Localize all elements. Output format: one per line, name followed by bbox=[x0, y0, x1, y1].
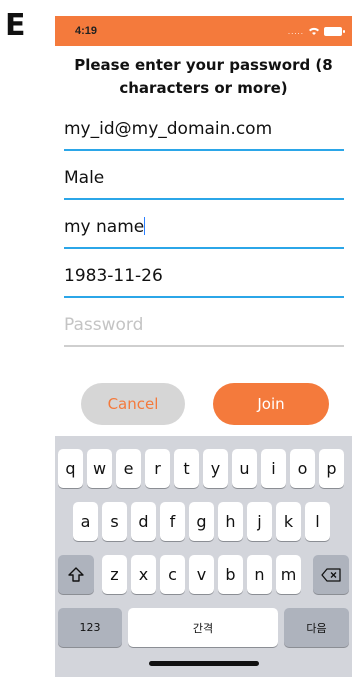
key-q[interactable]: q bbox=[58, 449, 83, 488]
shift-key[interactable] bbox=[58, 555, 94, 594]
cancel-button[interactable]: Cancel bbox=[81, 383, 185, 425]
key-l[interactable]: l bbox=[305, 502, 330, 541]
key-d[interactable]: d bbox=[131, 502, 156, 541]
status-bar: 4:19 ..... bbox=[55, 16, 352, 46]
home-indicator[interactable] bbox=[149, 661, 259, 666]
key-x[interactable]: x bbox=[131, 555, 156, 594]
key-j[interactable]: j bbox=[247, 502, 272, 541]
key-b[interactable]: b bbox=[218, 555, 243, 594]
key-m[interactable]: m bbox=[276, 555, 301, 594]
text-cursor bbox=[144, 217, 146, 235]
key-c[interactable]: c bbox=[160, 555, 185, 594]
space-key[interactable]: 간격 bbox=[128, 608, 278, 647]
key-y[interactable]: y bbox=[203, 449, 228, 488]
name-value: my name bbox=[64, 217, 145, 237]
key-o[interactable]: o bbox=[290, 449, 315, 488]
phone-screen: 4:19 ..... Please enter your password (8… bbox=[55, 0, 352, 677]
gender-field[interactable]: Male bbox=[64, 160, 344, 200]
key-n[interactable]: n bbox=[247, 555, 272, 594]
key-v[interactable]: v bbox=[189, 555, 214, 594]
password-prompt: Please enter your password (8 characters… bbox=[74, 56, 333, 97]
key-a[interactable]: a bbox=[73, 502, 98, 541]
name-field[interactable]: my name bbox=[64, 209, 344, 249]
key-e[interactable]: e bbox=[116, 449, 141, 488]
key-f[interactable]: f bbox=[160, 502, 185, 541]
key-r[interactable]: r bbox=[145, 449, 170, 488]
signal-icon: ..... bbox=[287, 26, 304, 36]
email-field[interactable]: my_id@my_domain.com bbox=[64, 111, 344, 151]
key-k[interactable]: k bbox=[276, 502, 301, 541]
next-key[interactable]: 다음 bbox=[284, 608, 349, 647]
key-i[interactable]: i bbox=[261, 449, 286, 488]
join-button[interactable]: Join bbox=[213, 383, 329, 425]
shift-icon bbox=[68, 567, 84, 582]
key-g[interactable]: g bbox=[189, 502, 214, 541]
key-u[interactable]: u bbox=[232, 449, 257, 488]
keyboard: q w e r t y u i o p a s d f g h j k l z … bbox=[55, 436, 352, 677]
status-time: 4:19 bbox=[75, 25, 98, 37]
key-s[interactable]: s bbox=[102, 502, 127, 541]
key-w[interactable]: w bbox=[87, 449, 112, 488]
numbers-key[interactable]: 123 bbox=[58, 608, 122, 647]
password-field[interactable]: Password bbox=[64, 307, 344, 347]
panel-letter: E bbox=[5, 8, 26, 43]
backspace-icon bbox=[321, 567, 341, 582]
battery-icon bbox=[324, 26, 345, 36]
key-t[interactable]: t bbox=[174, 449, 199, 488]
wifi-icon bbox=[309, 27, 319, 35]
status-icons: ..... bbox=[287, 26, 345, 36]
backspace-key[interactable] bbox=[313, 555, 349, 594]
key-h[interactable]: h bbox=[218, 502, 243, 541]
key-p[interactable]: p bbox=[319, 449, 344, 488]
birthdate-field[interactable]: 1983-11-26 bbox=[64, 258, 344, 298]
key-z[interactable]: z bbox=[102, 555, 127, 594]
